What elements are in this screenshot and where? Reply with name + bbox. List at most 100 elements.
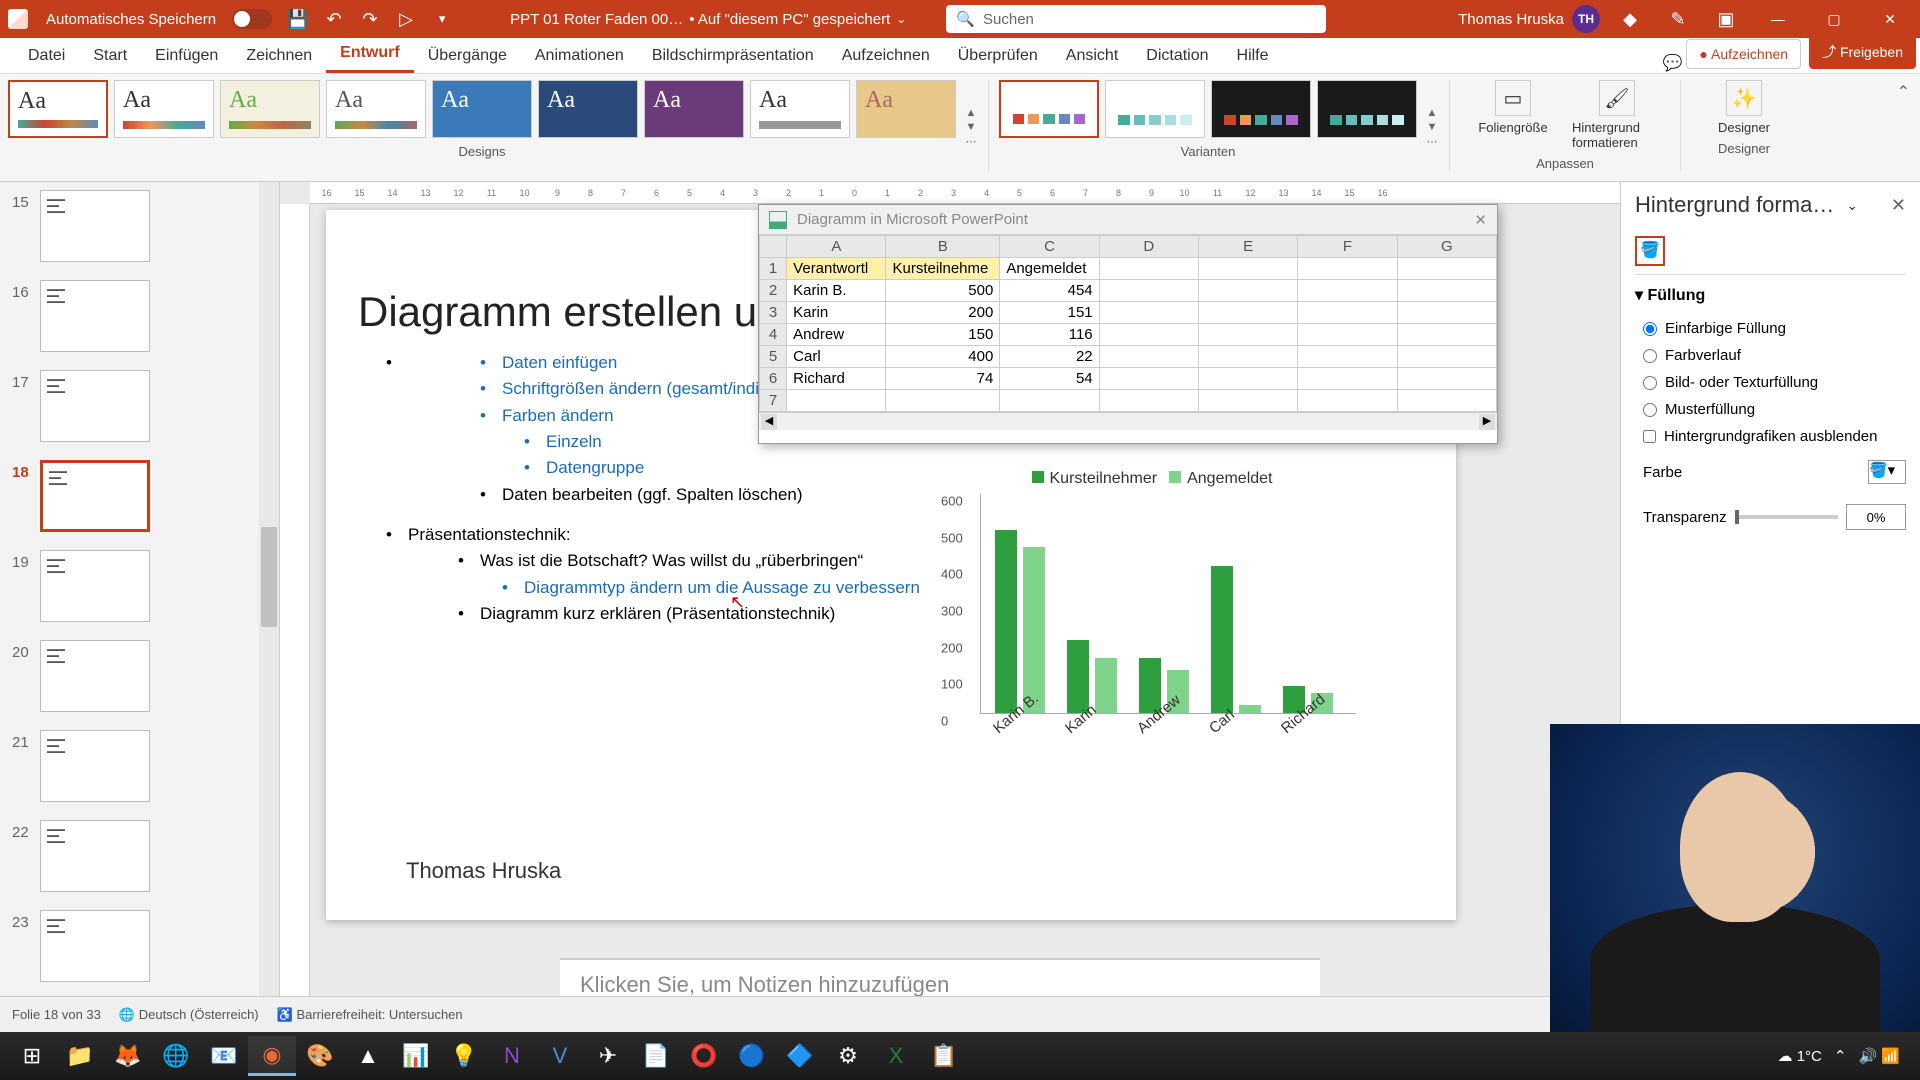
variants-more-button[interactable]: ▲▼⋯ xyxy=(1421,74,1443,181)
windows-taskbar[interactable]: ⊞ 📁 🦊 🌐 📧 ◉ 🎨 ▲ 📊 💡 N V ✈ 📄 ⭕ 🔵 🔷 ⚙ X 📋 … xyxy=(0,1032,1920,1080)
maximize-button[interactable]: ▢ xyxy=(1812,0,1856,38)
app-icon-8[interactable]: 📋 xyxy=(920,1036,968,1076)
tab-einfügen[interactable]: Einfügen xyxy=(141,39,232,73)
window-icon[interactable]: ▣ xyxy=(1712,5,1740,33)
minimize-button[interactable]: — xyxy=(1756,0,1800,38)
datasheet-grid[interactable]: ABCDEFG1VerantwortlKursteilnehmeAngemeld… xyxy=(759,235,1497,412)
variant-thumb-0[interactable] xyxy=(999,80,1099,138)
theme-thumb-7[interactable]: Aa xyxy=(750,80,850,138)
tab-start[interactable]: Start xyxy=(79,39,141,73)
theme-thumb-8[interactable]: Aa xyxy=(856,80,956,138)
gradient-fill-radio[interactable]: Farbverlauf xyxy=(1635,342,1906,369)
transparency-slider[interactable] xyxy=(1735,515,1838,519)
theme-thumb-2[interactable]: Aa xyxy=(220,80,320,138)
filename[interactable]: PPT 01 Roter Faden 00… xyxy=(510,11,683,28)
comments-icon[interactable]: 💬 xyxy=(1663,53,1683,73)
tab-bildschirmpräsentation[interactable]: Bildschirmpräsentation xyxy=(638,39,828,73)
tab-datei[interactable]: Datei xyxy=(14,39,79,73)
telegram-icon[interactable]: ✈ xyxy=(584,1036,632,1076)
record-button[interactable]: ● Aufzeichnen xyxy=(1686,39,1801,69)
slide-thumb-16[interactable]: 16▬▬▬▬▬▬▬▬ xyxy=(12,280,275,352)
variant-thumb-3[interactable] xyxy=(1317,80,1417,138)
chart-datasheet-window[interactable]: Diagramm in Microsoft PowerPoint ✕ ABCDE… xyxy=(758,204,1498,444)
outlook-icon[interactable]: 📧 xyxy=(200,1036,248,1076)
tray-chevron-icon[interactable]: ⌃ xyxy=(1834,1047,1847,1065)
firefox-icon[interactable]: 🦊 xyxy=(104,1036,152,1076)
powerpoint-icon[interactable]: ◉ xyxy=(248,1036,296,1076)
collapse-ribbon-icon[interactable]: ⌃ xyxy=(1887,74,1920,181)
chart[interactable]: KursteilnehmerAngemeldet 010020030040050… xyxy=(936,470,1356,780)
slide-thumb-15[interactable]: 15▬▬▬▬▬▬▬▬ xyxy=(12,190,275,262)
fill-color-picker[interactable]: 🪣▾ xyxy=(1868,460,1906,484)
slide-thumb-23[interactable]: 23▬▬▬▬▬▬▬▬ xyxy=(12,910,275,982)
slide-size-button[interactable]: ▭ Foliengröße xyxy=(1468,80,1558,150)
app-icon-5[interactable]: ⭕ xyxy=(680,1036,728,1076)
thumbnail-panel[interactable]: 15▬▬▬▬▬▬▬▬ 16▬▬▬▬▬▬▬▬ 17▬▬▬▬▬▬▬▬ 18▬▬▬▬▬▬▬▬… xyxy=(0,182,280,1044)
datasheet-h-scrollbar[interactable]: ◀ ▶ xyxy=(759,412,1497,430)
weather-widget[interactable]: ☁ 1°C xyxy=(1778,1047,1822,1065)
app-icon-2[interactable]: 📊 xyxy=(392,1036,440,1076)
share-button[interactable]: ⤴ Freigeben xyxy=(1809,35,1916,69)
theme-thumb-1[interactable]: Aa xyxy=(114,80,214,138)
format-background-button[interactable]: 🖌 Hintergrund formatieren xyxy=(1572,80,1662,150)
tray-icons[interactable]: 🔊 📶 xyxy=(1858,1047,1900,1065)
filename-chevron-icon[interactable]: ⌄ xyxy=(896,12,906,26)
visio-icon[interactable]: V xyxy=(536,1036,584,1076)
datasheet-close-icon[interactable]: ✕ xyxy=(1474,211,1487,229)
tab-hilfe[interactable]: Hilfe xyxy=(1223,39,1283,73)
close-button[interactable]: ✕ xyxy=(1868,0,1912,38)
vlc-icon[interactable]: ▲ xyxy=(344,1036,392,1076)
slide-thumb-20[interactable]: 20▬▬▬▬▬▬▬▬ xyxy=(12,640,275,712)
theme-thumb-6[interactable]: Aa xyxy=(644,80,744,138)
explorer-icon[interactable]: 📁 xyxy=(56,1036,104,1076)
tab-ansicht[interactable]: Ansicht xyxy=(1052,39,1132,73)
slide-canvas[interactable]: 1615141312111098765432101234567891011121… xyxy=(280,182,1620,1044)
variant-thumb-2[interactable] xyxy=(1211,80,1311,138)
tab-entwurf[interactable]: Entwurf xyxy=(326,36,414,73)
excel-icon[interactable]: X xyxy=(872,1036,920,1076)
format-pane-close-icon[interactable]: ✕ xyxy=(1891,195,1906,216)
theme-thumb-4[interactable]: Aa xyxy=(432,80,532,138)
account-button[interactable]: Thomas Hruska TH xyxy=(1458,5,1600,33)
more-icon[interactable]: ▾ xyxy=(428,5,456,33)
app-icon-6[interactable]: 🔵 xyxy=(728,1036,776,1076)
settings-icon[interactable]: ⚙ xyxy=(824,1036,872,1076)
theme-thumb-3[interactable]: Aa xyxy=(326,80,426,138)
search-input[interactable]: 🔍 Suchen xyxy=(946,5,1326,33)
slide-thumb-19[interactable]: 19▬▬▬▬▬▬▬▬ xyxy=(12,550,275,622)
language-button[interactable]: 🌐 Deutsch (Österreich) xyxy=(119,1007,259,1023)
fill-section-label[interactable]: ▾ Füllung xyxy=(1635,285,1906,305)
save-icon[interactable]: 💾 xyxy=(284,5,312,33)
start-button[interactable]: ⊞ xyxy=(8,1036,56,1076)
autosave-toggle[interactable] xyxy=(232,9,272,29)
slide-thumb-18[interactable]: 18▬▬▬▬▬▬▬▬ xyxy=(12,460,275,532)
tab-übergänge[interactable]: Übergänge xyxy=(414,39,521,73)
chrome-icon[interactable]: 🌐 xyxy=(152,1036,200,1076)
tab-zeichnen[interactable]: Zeichnen xyxy=(232,39,326,73)
tab-aufzeichnen[interactable]: Aufzeichnen xyxy=(828,39,944,73)
tab-dictation[interactable]: Dictation xyxy=(1132,39,1222,73)
designs-more-button[interactable]: ▲▼⋯ xyxy=(960,74,982,181)
transparency-input[interactable] xyxy=(1846,504,1906,530)
theme-thumb-5[interactable]: Aa xyxy=(538,80,638,138)
onenote-icon[interactable]: N xyxy=(488,1036,536,1076)
app-icon-7[interactable]: 🔷 xyxy=(776,1036,824,1076)
designer-button[interactable]: ✨ Designer xyxy=(1699,80,1789,135)
pen-icon[interactable]: ✎ xyxy=(1664,5,1692,33)
pattern-fill-radio[interactable]: Musterfüllung xyxy=(1635,396,1906,423)
variant-thumb-1[interactable] xyxy=(1105,80,1205,138)
accessibility-button[interactable]: ♿ Barrierefreiheit: Untersuchen xyxy=(277,1007,463,1023)
fill-bucket-icon[interactable]: 🪣 xyxy=(1635,236,1665,266)
diamond-icon[interactable]: ◆ xyxy=(1616,5,1644,33)
thumbnail-scrollbar[interactable] xyxy=(259,182,279,1044)
format-pane-options-icon[interactable]: ⌄ xyxy=(1846,197,1858,214)
present-icon[interactable]: ▷ xyxy=(392,5,420,33)
tab-überprüfen[interactable]: Überprüfen xyxy=(944,39,1052,73)
app-icon-1[interactable]: 🎨 xyxy=(296,1036,344,1076)
solid-fill-radio[interactable]: Einfarbige Füllung xyxy=(1635,315,1906,342)
hide-bg-graphics-check[interactable]: Hintergrundgrafiken ausblenden xyxy=(1635,423,1906,450)
tab-animationen[interactable]: Animationen xyxy=(521,39,638,73)
slide-thumb-21[interactable]: 21▬▬▬▬▬▬▬▬ xyxy=(12,730,275,802)
slide-thumb-17[interactable]: 17▬▬▬▬▬▬▬▬ xyxy=(12,370,275,442)
slide-thumb-22[interactable]: 22▬▬▬▬▬▬▬▬ xyxy=(12,820,275,892)
